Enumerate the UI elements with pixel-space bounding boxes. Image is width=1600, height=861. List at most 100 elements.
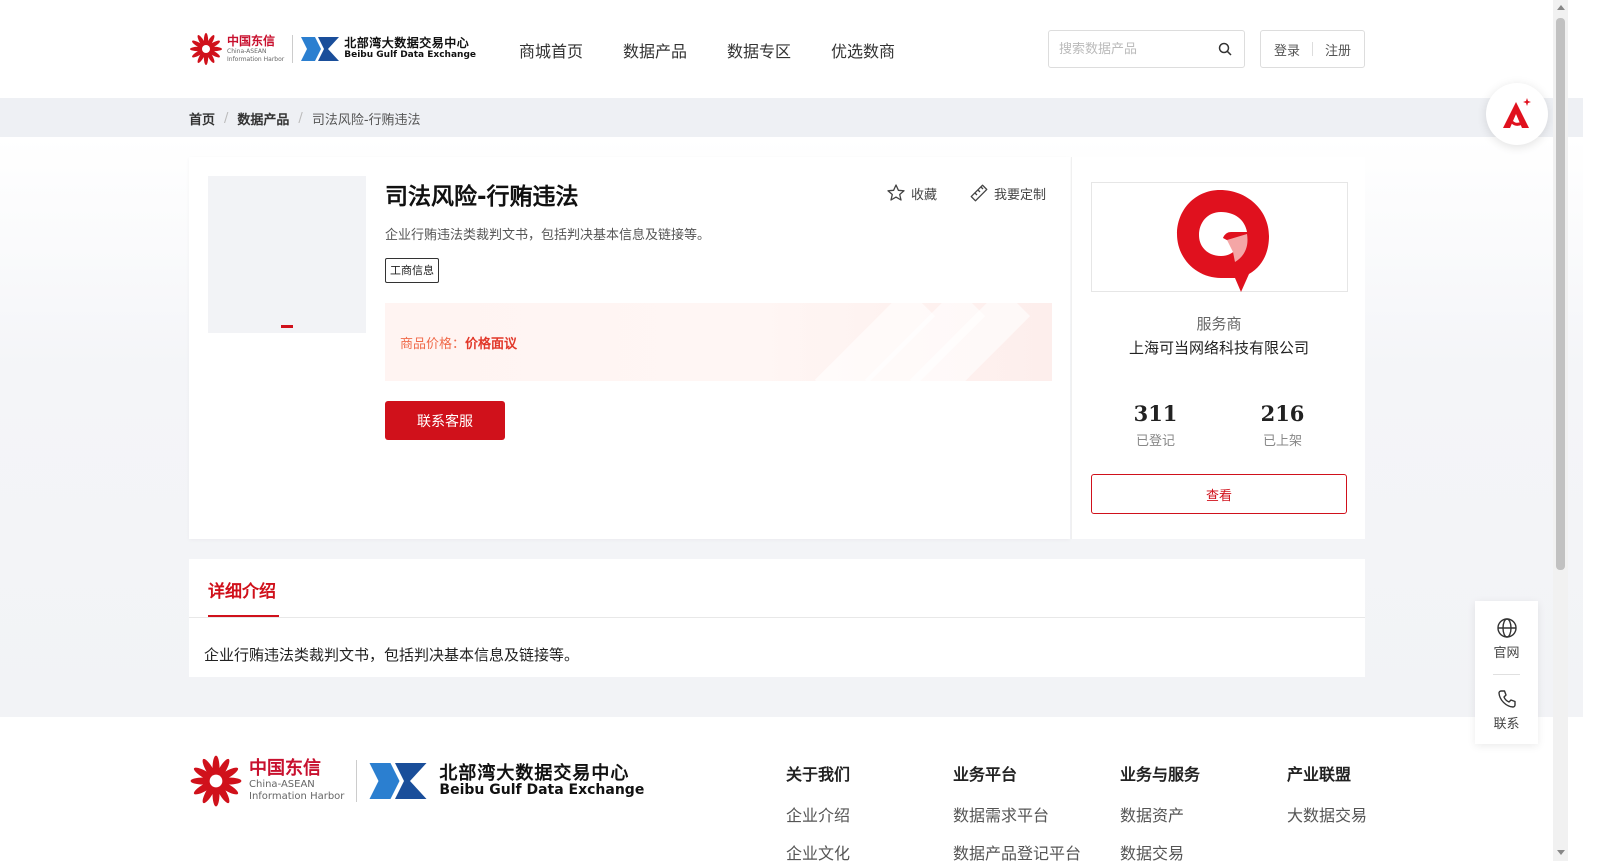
- breadcrumb-separator: /: [298, 111, 303, 126]
- beibu-gulf-logo: 北部湾大数据交易中心 Beibu Gulf Data Exchange: [301, 35, 476, 63]
- breadcrumb-bar: 首页 / 数据产品 / 司法风险-行贿违法: [0, 98, 1583, 137]
- site-logo[interactable]: 中国东信 China-ASEAN Information Harbor 北部湾大…: [189, 30, 476, 68]
- footer-link[interactable]: 数据需求平台: [953, 802, 1120, 826]
- favorite-label: 收藏: [911, 187, 938, 203]
- footer-col-heading: 业务与服务: [1120, 765, 1201, 784]
- tab-divider: [189, 617, 1365, 618]
- customize-button[interactable]: 我要定制: [969, 183, 1046, 203]
- contact-service-button[interactable]: 联系客服: [385, 401, 505, 440]
- contact-button[interactable]: 联系: [1475, 688, 1538, 732]
- stat-registered: 311 已登记: [1101, 401, 1211, 449]
- logo-divider: [292, 35, 294, 63]
- register-link[interactable]: 注册: [1325, 40, 1351, 59]
- footer-link[interactable]: 大数据交易: [1287, 802, 1367, 826]
- carousel-indicator[interactable]: [281, 325, 293, 328]
- beibu-gulf-cn-text: 北部湾大数据交易中心: [344, 36, 470, 51]
- nav-data-products[interactable]: 数据产品: [623, 38, 687, 62]
- beibu-gulf-en-text: Beibu Gulf Data Exchange: [344, 49, 476, 60]
- footer-logo: 中国东信 China-ASEAN Information Harbor 北部湾大…: [189, 753, 644, 809]
- scroll-down-arrow[interactable]: [1557, 850, 1565, 855]
- favorite-button[interactable]: 收藏: [886, 183, 937, 203]
- detail-section: 详细介绍 企业行贿违法类裁判文书，包括判决基本信息及链接等。: [189, 559, 1365, 677]
- auth-divider: [1312, 42, 1313, 56]
- globe-icon: [1496, 618, 1517, 638]
- footer-link[interactable]: 数据产品登记平台: [953, 840, 1120, 861]
- footer-col-services: 业务与服务 数据资产 数据交易: [1120, 761, 1287, 861]
- beibu-gulf-cn-text: 北部湾大数据交易中心: [439, 763, 630, 784]
- provider-logo-icon: [1176, 190, 1269, 292]
- logo-divider: [356, 760, 358, 802]
- breadcrumb: 首页 / 数据产品 / 司法风险-行贿违法: [189, 109, 421, 128]
- china-asean-en-text: China-ASEAN: [227, 48, 267, 55]
- breadcrumb-current: 司法风险-行贿违法: [311, 113, 421, 128]
- china-asean-en-text: China-ASEAN: [249, 779, 315, 790]
- provider-stats: 311 已登记 216 已上架: [1072, 401, 1366, 449]
- tab-detail-intro[interactable]: 详细介绍: [208, 577, 276, 602]
- contact-label: 联系: [1493, 717, 1520, 732]
- scroll-up-arrow[interactable]: [1557, 5, 1565, 10]
- ruler-pencil-icon: [970, 184, 988, 202]
- stat-value: 216: [1260, 401, 1305, 426]
- footer-col-about: 关于我们 企业介绍 企业文化: [786, 761, 953, 861]
- footer-columns: 关于我们 企业介绍 企业文化 业务平台 数据需求平台 数据产品登记平台 业务与服…: [786, 761, 1367, 861]
- stat-value: 311: [1133, 401, 1178, 426]
- stat-listed: 216 已上架: [1228, 401, 1338, 449]
- breadcrumb-home[interactable]: 首页: [189, 109, 215, 128]
- site-footer: 中国东信 China-ASEAN Information Harbor 北部湾大…: [0, 717, 1583, 861]
- search-icon[interactable]: [1218, 42, 1232, 56]
- china-asean-en-text-2: Information Harbor: [227, 56, 285, 63]
- footer-col-alliance: 产业联盟 大数据交易: [1287, 761, 1367, 861]
- footer-col-heading: 业务平台: [953, 765, 1018, 784]
- login-link[interactable]: 登录: [1274, 40, 1300, 59]
- product-description: 企业行贿违法类裁判文书，包括判决基本信息及链接等。: [385, 228, 711, 243]
- floating-side-panel: 官网 联系: [1475, 601, 1538, 744]
- stat-label: 已登记: [1135, 434, 1175, 449]
- official-site-label: 官网: [1493, 646, 1520, 661]
- assistant-logo-icon: [1503, 98, 1531, 128]
- china-asean-flower-icon: [190, 33, 222, 65]
- price-label: 商品价格：: [400, 337, 466, 352]
- nav-mall-home[interactable]: 商城首页: [519, 38, 583, 62]
- china-asean-en-text-2: Information Harbor: [249, 791, 345, 802]
- footer-col-platform: 业务平台 数据需求平台 数据产品登记平台: [953, 761, 1120, 861]
- china-asean-logo: 中国东信 China-ASEAN Information Harbor: [189, 32, 284, 66]
- china-asean-cn-text: 中国东信: [227, 34, 276, 48]
- footer-link[interactable]: 企业介绍: [786, 802, 953, 826]
- phone-icon: [1497, 690, 1516, 708]
- china-asean-cn-text: 中国东信: [249, 758, 321, 779]
- product-card: 司法风险-行贿违法 收藏 我要定制 企业行贿违法类裁判文书，包括判决基本信息及链…: [189, 157, 1070, 539]
- product-image-carousel[interactable]: [208, 176, 366, 333]
- footer-link[interactable]: 数据交易: [1120, 840, 1287, 861]
- nav-data-zone[interactable]: 数据专区: [727, 38, 791, 62]
- price-value: 价格面议: [465, 337, 518, 352]
- beibu-gulf-mark-icon: [369, 763, 427, 799]
- page-scrollbar[interactable]: [1553, 0, 1568, 861]
- detail-text: 企业行贿违法类裁判文书，包括判决基本信息及链接等。: [204, 646, 580, 664]
- product-title: 司法风险-行贿违法: [385, 184, 579, 210]
- footer-link[interactable]: 数据资产: [1120, 802, 1287, 826]
- footer-col-heading: 产业联盟: [1287, 765, 1352, 784]
- assistant-button[interactable]: [1486, 83, 1548, 145]
- product-actions: 收藏 我要定制: [886, 183, 1046, 203]
- main-nav: 商城首页 数据产品 数据专区 优选数商: [519, 38, 935, 62]
- breadcrumb-category[interactable]: 数据产品: [237, 109, 289, 128]
- breadcrumb-separator: /: [224, 111, 229, 126]
- china-asean-flower-icon: [190, 755, 242, 807]
- official-site-button[interactable]: 官网: [1475, 617, 1538, 661]
- footer-link[interactable]: 企业文化: [786, 840, 953, 861]
- nav-preferred-vendors[interactable]: 优选数商: [831, 38, 895, 62]
- provider-card: 服务商 上海可当网络科技有限公司 311 已登记 216 已上架 查看: [1071, 157, 1365, 539]
- provider-name: 上海可当网络科技有限公司: [1128, 339, 1309, 357]
- stat-label: 已上架: [1262, 434, 1302, 449]
- scroll-thumb[interactable]: [1556, 18, 1565, 570]
- footer-col-heading: 关于我们: [786, 765, 851, 784]
- beibu-gulf-en-text: Beibu Gulf Data Exchange: [439, 782, 645, 798]
- panel-divider: [1493, 674, 1520, 675]
- customize-label: 我要定制: [994, 187, 1047, 203]
- beibu-gulf-mark-icon: [301, 37, 340, 61]
- search-box: [1048, 30, 1245, 68]
- product-tag: 工商信息: [385, 258, 439, 283]
- auth-box: 登录 注册: [1260, 30, 1365, 68]
- search-input[interactable]: [1059, 41, 1209, 57]
- view-provider-button[interactable]: 查看: [1091, 474, 1347, 514]
